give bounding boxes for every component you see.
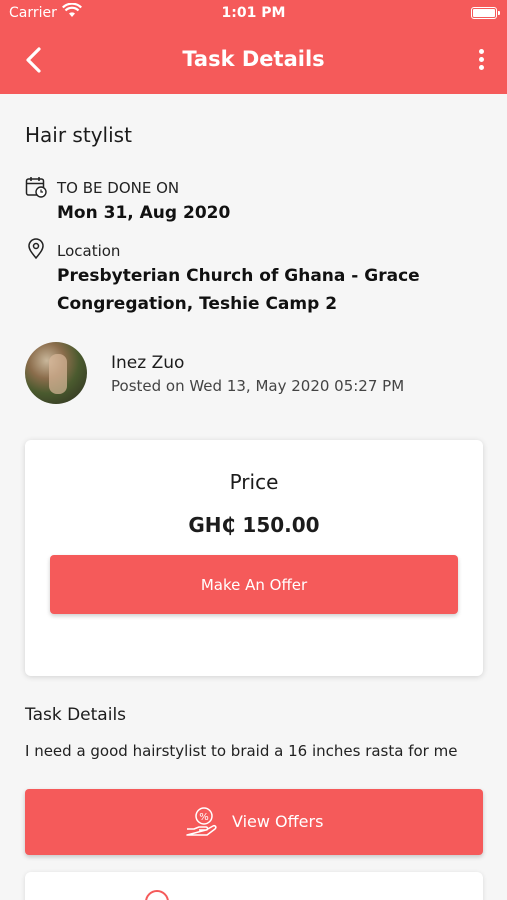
bottom-action-card[interactable] <box>25 872 483 900</box>
task-description: I need a good hairstylist to braid a 16 … <box>25 742 458 760</box>
date-value: Mon 31, Aug 2020 <box>57 203 231 223</box>
action-icon <box>145 890 169 900</box>
app-header: Carrier 1:01 PM Task Details <box>0 0 507 94</box>
task-details-heading: Task Details <box>25 705 127 725</box>
calendar-icon <box>25 177 47 198</box>
svg-text:%: % <box>199 812 209 823</box>
more-options-icon[interactable] <box>476 49 486 73</box>
price-amount: GH₵ 150.00 <box>188 513 320 537</box>
date-label: TO BE DONE ON <box>57 179 180 197</box>
task-title: Hair stylist <box>25 123 132 147</box>
offer-hand-icon: % <box>186 807 217 836</box>
view-offers-label: View Offers <box>232 812 324 831</box>
make-offer-button[interactable]: Make An Offer <box>50 555 458 614</box>
location-line-1: Presbyterian Church of Ghana - Grace <box>57 266 420 286</box>
posted-date: Posted on Wed 13, May 2020 05:27 PM <box>111 377 405 395</box>
price-label: Price <box>229 470 279 494</box>
poster-name[interactable]: Inez Zuo <box>111 353 184 373</box>
status-bar: Carrier 1:01 PM <box>0 0 507 28</box>
price-card: Price GH₵ 150.00 Make An Offer <box>25 440 483 676</box>
view-offers-button[interactable]: % View Offers <box>25 789 483 855</box>
page-title: Task Details <box>182 47 325 71</box>
avatar[interactable] <box>25 342 87 404</box>
location-pin-icon <box>28 238 44 260</box>
location-line-2: Congregation, Teshie Camp 2 <box>57 294 338 314</box>
location-label: Location <box>57 242 121 260</box>
battery-icon <box>471 7 500 19</box>
status-time: 1:01 PM <box>221 5 286 21</box>
